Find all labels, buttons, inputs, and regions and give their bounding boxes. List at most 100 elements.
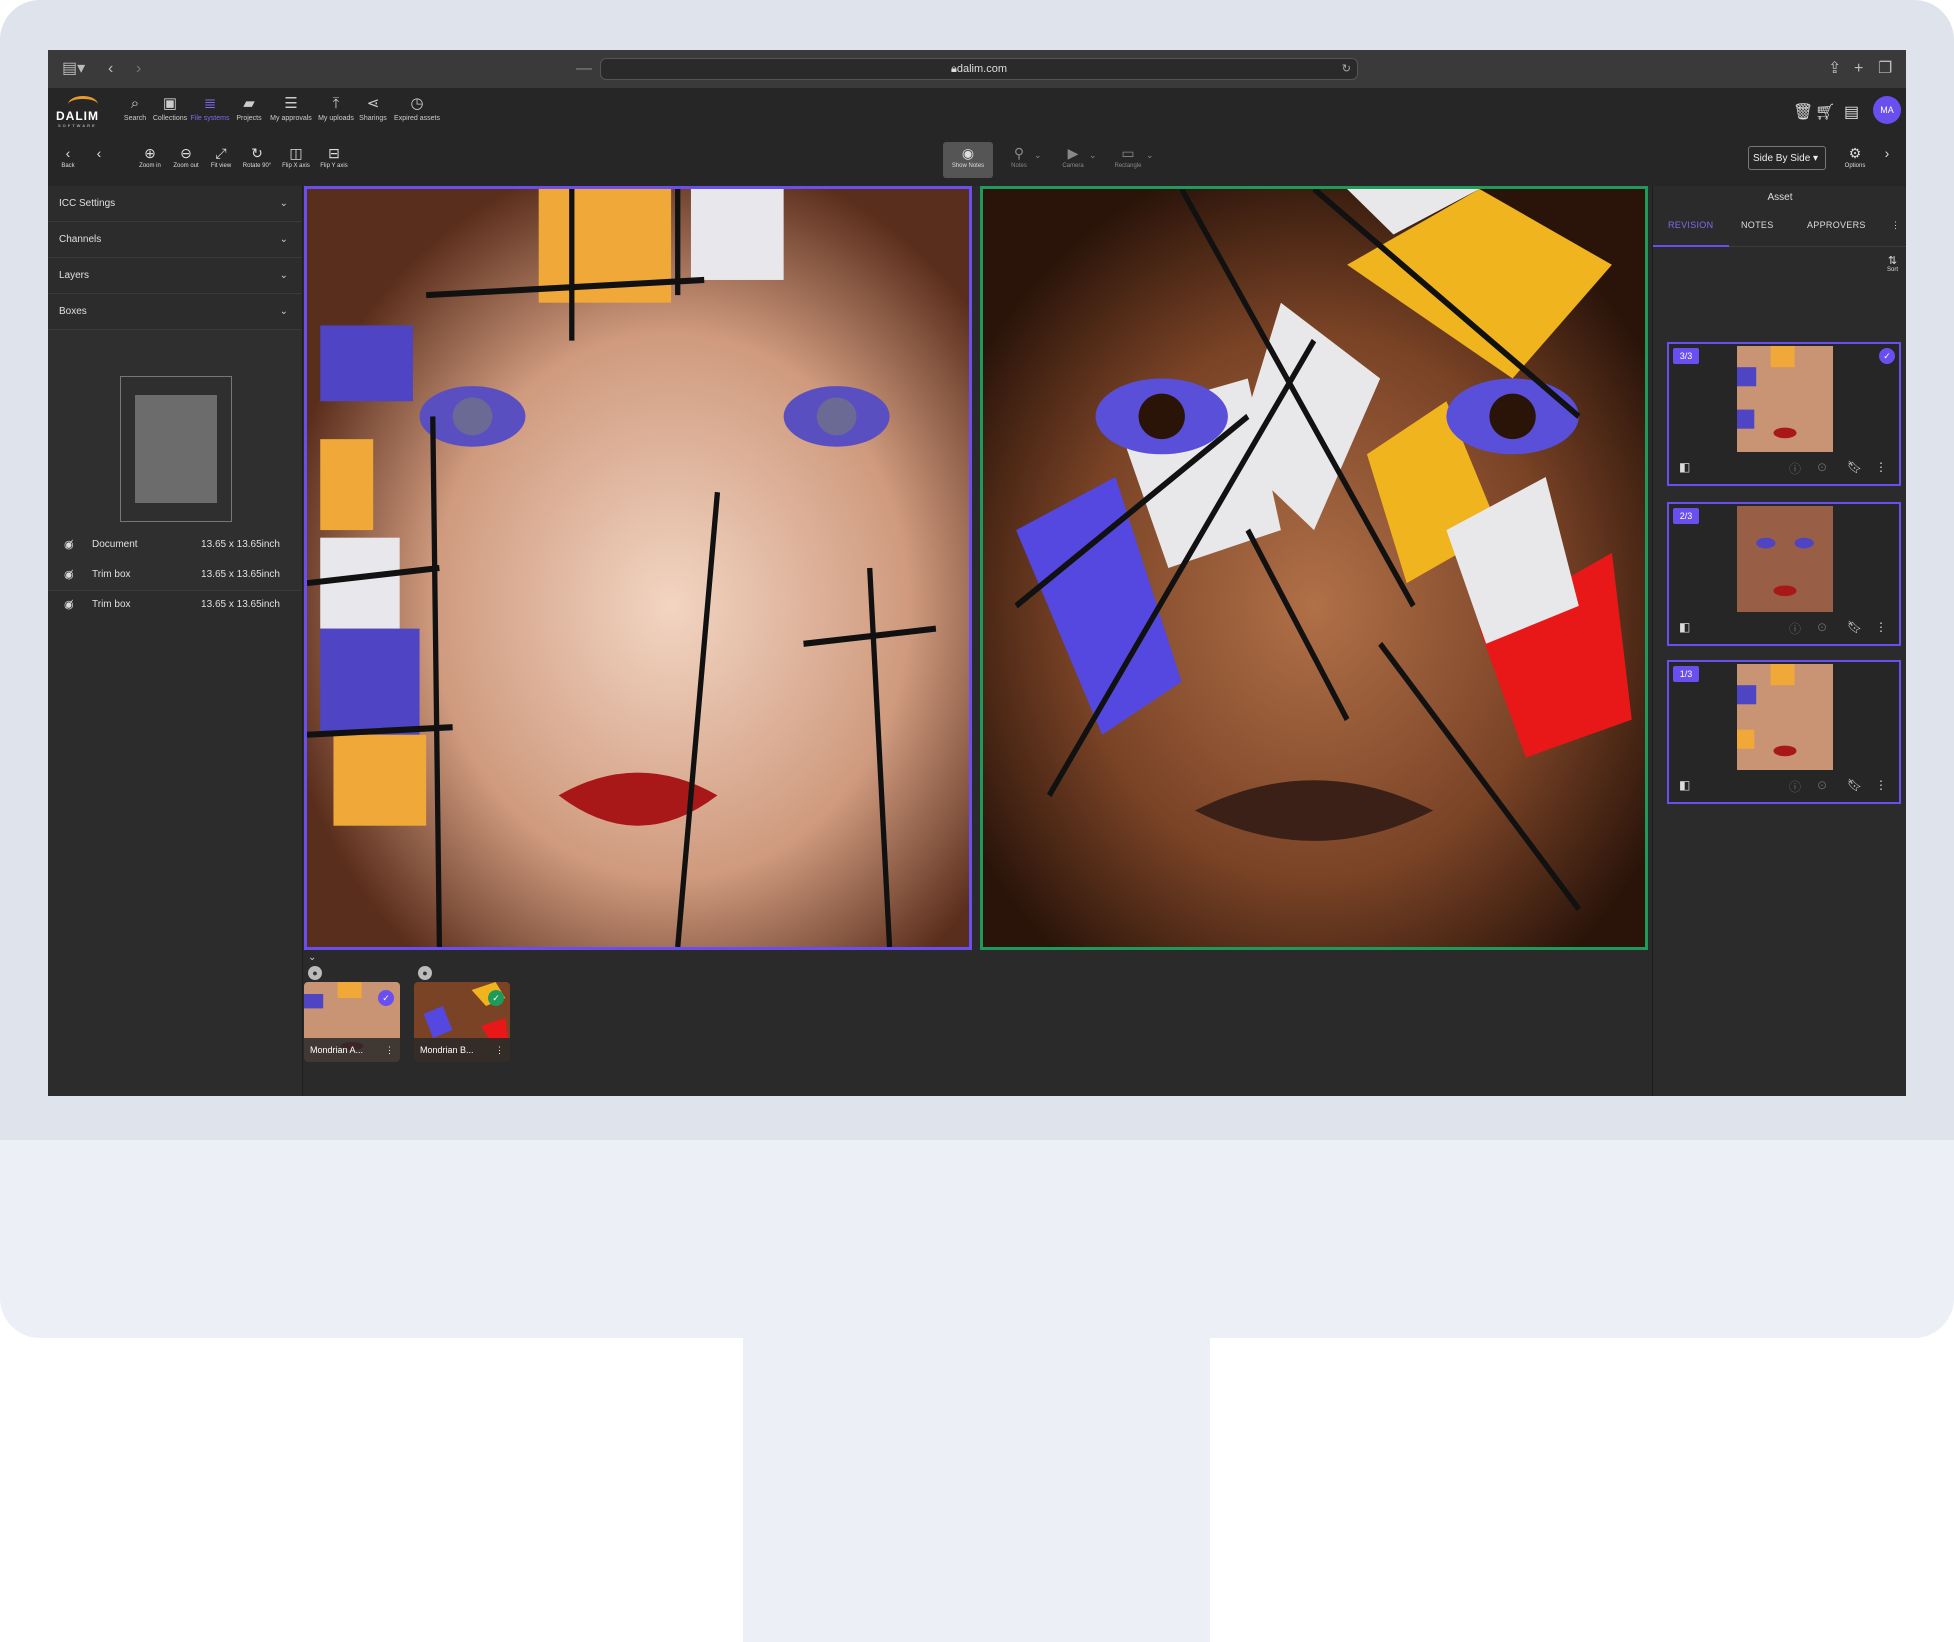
new-tab-icon[interactable]: + [1854, 60, 1863, 78]
flip-y-button[interactable]: ⊟ Flip Y axis [318, 143, 350, 169]
compare-pane-left[interactable] [304, 186, 972, 950]
eye-off-icon[interactable]: ◉̸ [64, 530, 74, 560]
asset-card[interactable]: ● ✓ Mondrian B... ⋮ [414, 966, 510, 1062]
tabs-icon[interactable]: ❐ [1878, 60, 1892, 78]
app-navbar: DALIM SOFTWARE ⌕ Search ▣ Collections ≣ Fil… [48, 88, 1906, 139]
camera-dropdown-chevron-icon[interactable]: ⌄ [1089, 150, 1097, 161]
database-icon: ≣ [203, 95, 217, 112]
sidebar-icon[interactable]: ▤▾ [62, 60, 85, 78]
revision-thumbnail [1737, 346, 1833, 452]
eye-icon: ◉ [961, 145, 975, 161]
tab-revision[interactable]: REVISION [1668, 220, 1713, 230]
accordion-icc-settings[interactable]: ICC Settings ⌄ [48, 186, 302, 222]
gear-icon: ⚙ [1848, 145, 1862, 161]
revision-card[interactable]: 1/3 ◧ ⓘ ⊙ 🔖︎ ⋮ [1667, 660, 1901, 804]
revision-card[interactable]: 2/3 ◧ ⓘ ⊙ 🔖︎ ⋮ [1667, 502, 1901, 646]
info-icon[interactable]: ⓘ [1789, 460, 1801, 477]
zoom-in-button[interactable]: ⊕ Zoom in [136, 143, 164, 169]
info-icon[interactable]: ⓘ [1789, 620, 1801, 637]
tab-approvers[interactable]: APPROVERS [1807, 220, 1866, 230]
view-mode-select[interactable]: Side By Side ▾ [1748, 146, 1826, 170]
caret-down-icon: ▾ [1813, 153, 1819, 164]
address-bar[interactable]: 🔒︎dalim.com ↻ [600, 58, 1358, 80]
revision-card[interactable]: 3/3 ✓ ◧ ⓘ ⊙ 🔖︎ ⋮ [1667, 342, 1901, 486]
accordion-layers[interactable]: Layers ⌄ [48, 258, 302, 294]
eye-off-icon[interactable]: ◉̸ [64, 560, 74, 590]
notes-dropdown-chevron-icon[interactable]: ⌄ [1034, 150, 1042, 161]
download-icon[interactable]: ⊙ [1817, 778, 1827, 792]
nav-search[interactable]: ⌕ Search [120, 94, 150, 134]
nav-expired-assets[interactable]: ◷ Expired assets [394, 94, 440, 134]
url-text: dalim.com [956, 63, 1007, 75]
artwork-image-b [983, 189, 1645, 947]
trash-icon[interactable]: 🗑︎ [1793, 102, 1813, 122]
nav-projects[interactable]: ▰ Projects [234, 94, 264, 134]
rectangle-icon: ▭ [1121, 145, 1135, 161]
prev-button[interactable]: ‹ [92, 143, 106, 163]
user-avatar[interactable]: MA [1873, 96, 1901, 124]
download-icon[interactable]: ⊙ [1817, 460, 1827, 474]
clipboard-icon[interactable]: ▤ [1844, 102, 1859, 122]
accordion-channels[interactable]: Channels ⌄ [48, 222, 302, 258]
more-vertical-icon[interactable]: ⋮ [1875, 620, 1887, 634]
revision-actions: ◧ ⓘ ⊙ 🔖︎ ⋮ [1669, 456, 1899, 482]
approved-check-icon: ✓ [488, 990, 504, 1006]
revision-actions: ◧ ⓘ ⊙ 🔖︎ ⋮ [1669, 774, 1899, 800]
cart-icon[interactable]: 🛒︎ [1815, 102, 1835, 122]
fit-view-button[interactable]: ⤢ Fit view [208, 143, 234, 169]
notes-button[interactable]: ⚲ Notes [1002, 143, 1036, 169]
revision-tag: 2/3 [1673, 508, 1699, 524]
show-notes-label: ◉ Show Notes [943, 143, 993, 169]
collapse-filmstrip-chevron-icon[interactable]: ⌄ [308, 952, 316, 963]
screen: ▤▾ ‹ › — 🔒︎dalim.com ↻ ⇪ + ❐ DALIM SOFTW… [48, 50, 1906, 1096]
nav-file-systems[interactable]: ≣ File systems [190, 94, 230, 134]
download-icon[interactable]: ⊙ [1817, 620, 1827, 634]
compare-pane-right[interactable] [980, 186, 1648, 950]
next-button[interactable]: › [1880, 143, 1894, 163]
forward-icon[interactable]: › [136, 60, 141, 78]
camera-button[interactable]: ▶ Camera [1054, 143, 1092, 169]
eye-off-icon[interactable]: ◉̸ [64, 590, 74, 620]
asset-card[interactable]: ● ✓ Mondrian A... ⋮ [304, 966, 400, 1062]
more-vertical-icon[interactable]: ⋮ [1875, 460, 1887, 474]
rotate-icon: ↻ [251, 145, 263, 161]
sort-button[interactable]: ⇅ Sort [1887, 254, 1898, 273]
bookmark-icon[interactable]: 🔖︎ [1847, 460, 1862, 474]
info-icon[interactable]: ⓘ [1789, 778, 1801, 795]
nav-my-uploads[interactable]: ⤒ My uploads [318, 94, 354, 134]
box-row-trim: ◉̸ Trim box 13.65 x 13.65inch [48, 560, 302, 590]
back-arrow-icon: ‹ [65, 145, 71, 161]
options-button[interactable]: ⚙ Options [1840, 143, 1870, 169]
rectangle-dropdown-chevron-icon[interactable]: ⌄ [1146, 150, 1154, 161]
chevron-down-icon: ⌄ [279, 198, 288, 209]
sort-icon: ⇅ [1887, 255, 1898, 267]
nav-collections[interactable]: ▣ Collections [152, 94, 188, 134]
compare-icon[interactable]: ◧ [1679, 620, 1690, 634]
more-vertical-icon[interactable]: ⋮ [495, 1038, 504, 1062]
nav-my-approvals[interactable]: ☰ My approvals [270, 94, 312, 134]
tab-notes[interactable]: NOTES [1741, 220, 1774, 230]
more-vertical-icon[interactable]: ⋮ [1875, 778, 1887, 792]
reload-icon[interactable]: ↻ [1342, 59, 1351, 79]
rectangle-button[interactable]: ▭ Rectangle [1108, 143, 1148, 169]
bookmark-icon[interactable]: 🔖︎ [1847, 620, 1862, 634]
bookmark-icon[interactable]: 🔖︎ [1847, 778, 1862, 792]
zoom-out-button[interactable]: ⊖ Zoom out [170, 143, 202, 169]
selected-check-icon: ✓ [1879, 348, 1895, 364]
share-icon[interactable]: ⇪ [1828, 60, 1841, 78]
viewer-area: ⌄ ● ✓ Mondrian A... ⋮ ● ✓ Mondrian B... ⋮ [303, 186, 1701, 1096]
accordion-boxes[interactable]: Boxes ⌄ [48, 294, 302, 330]
minimize-icon: — [576, 60, 592, 77]
back-icon[interactable]: ‹ [108, 60, 113, 78]
compare-icon[interactable]: ◧ [1679, 460, 1690, 474]
flip-x-button[interactable]: ◫ Flip X axis [280, 143, 312, 169]
rotate-button[interactable]: ↻ Rotate 90° [240, 143, 274, 169]
clock-icon: ◷ [410, 95, 424, 112]
more-vertical-icon[interactable]: ⋮ [1891, 220, 1900, 231]
nav-sharings[interactable]: ⋖ Sharings [358, 94, 388, 134]
compare-icon[interactable]: ◧ [1679, 778, 1690, 792]
dalim-logo[interactable]: DALIM SOFTWARE [56, 96, 110, 128]
back-button[interactable]: ‹ Back [56, 143, 80, 169]
more-vertical-icon[interactable]: ⋮ [385, 1038, 394, 1062]
flip-y-icon: ⊟ [328, 145, 340, 161]
